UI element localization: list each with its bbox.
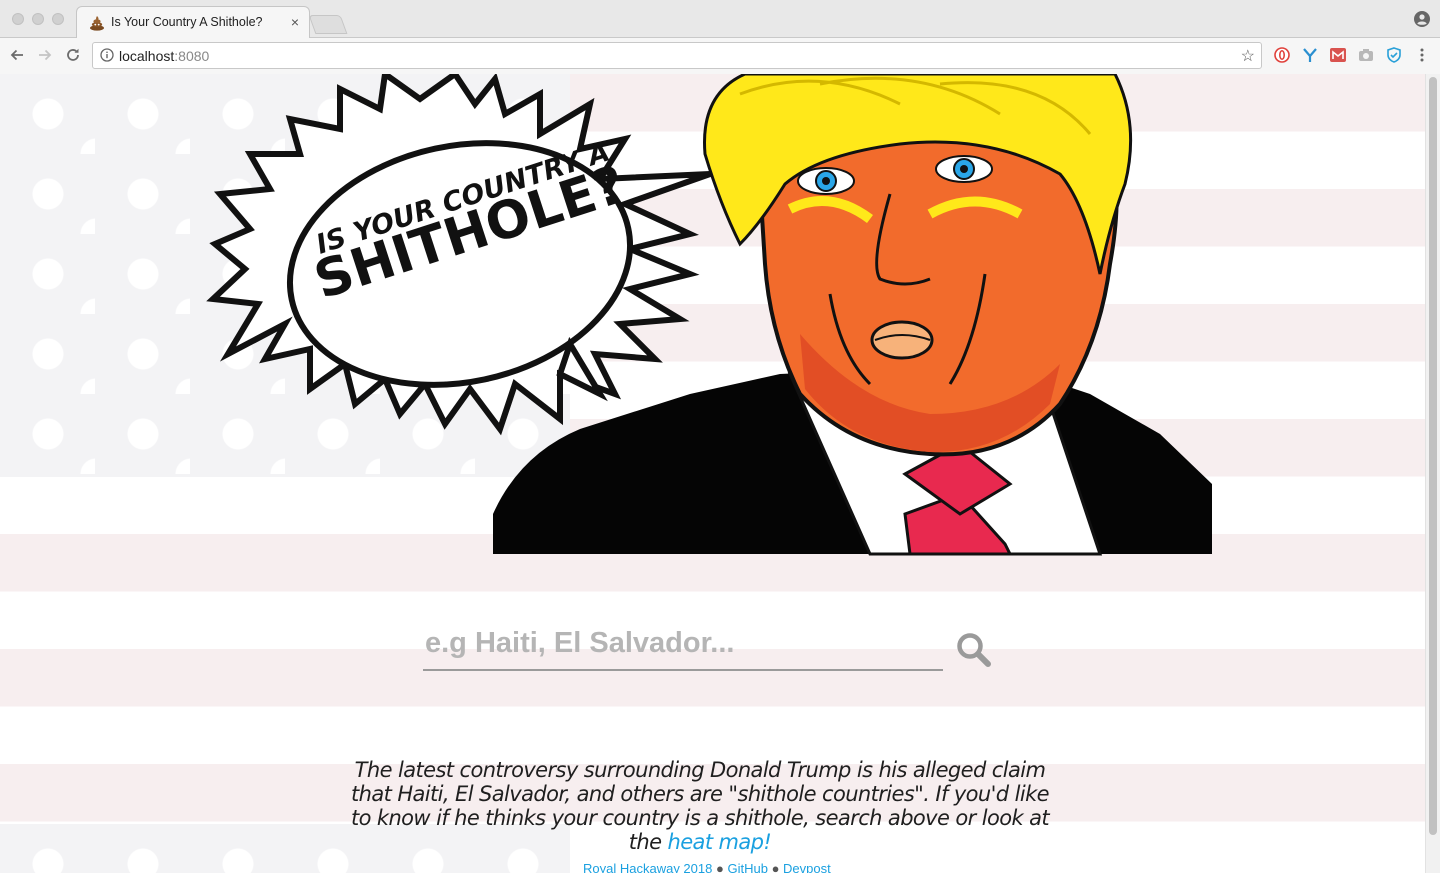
vertical-scrollbar[interactable] (1425, 74, 1440, 873)
url-host: localhost (119, 48, 175, 64)
url-port: :8080 (174, 48, 210, 64)
devpost-link[interactable]: Devpost (783, 861, 831, 873)
window-minimize-button[interactable] (32, 13, 44, 25)
url-text: localhost:8080 (119, 48, 209, 64)
profile-icon[interactable] (1414, 11, 1430, 27)
new-tab-button[interactable] (308, 15, 348, 34)
description-text: The latest controversy surrounding Donal… (340, 758, 1060, 854)
menu-dots-icon[interactable] (1414, 47, 1430, 63)
footer-separator: ● (771, 861, 780, 873)
y-extension-icon[interactable] (1302, 47, 1318, 63)
description-part-2: country is a shithole, search above or l… (596, 806, 1050, 854)
browser-tab-bar: Is Your Country A Shithole? × (0, 0, 1440, 38)
description-emphasis: your (551, 806, 597, 830)
info-icon[interactable] (100, 48, 114, 62)
search-icon[interactable] (955, 631, 993, 669)
browser-toolbar: localhost:8080 ☆ (0, 38, 1440, 75)
search-input[interactable] (423, 619, 937, 667)
page-viewport: IS YOUR COUNTRY A SHITHOLE? The latest c… (0, 74, 1425, 873)
reload-icon[interactable] (64, 46, 82, 64)
speech-bubble: IS YOUR COUNTRY A SHITHOLE? (206, 74, 711, 436)
royal-hackaway-link[interactable]: Royal Hackaway 2018 (583, 861, 712, 873)
mail-extension-icon[interactable] (1330, 47, 1346, 63)
back-arrow-icon[interactable] (8, 46, 26, 64)
footer: Royal Hackaway 2018 ● GitHub ● Devpost (583, 861, 831, 873)
github-link[interactable]: GitHub (727, 861, 767, 873)
forward-arrow-icon[interactable] (36, 46, 54, 64)
opera-extension-icon[interactable] (1274, 47, 1290, 63)
bookmark-star-icon[interactable]: ☆ (1241, 46, 1255, 66)
shield-extension-icon[interactable] (1386, 47, 1402, 63)
camera-extension-icon[interactable] (1358, 47, 1374, 63)
heat-map-link[interactable]: heat map! (668, 830, 772, 854)
browser-tab[interactable]: Is Your Country A Shithole? × (76, 6, 310, 38)
tab-title: Is Your Country A Shithole? (111, 15, 263, 29)
footer-separator: ● (715, 861, 724, 873)
hero-illustration: IS YOUR COUNTRY A SHITHOLE? (206, 74, 1212, 556)
poop-emoji-icon (90, 16, 104, 31)
search-field (423, 619, 943, 671)
tab-close-icon[interactable]: × (291, 14, 299, 30)
window-close-button[interactable] (12, 13, 24, 25)
scrollbar-thumb[interactable] (1429, 77, 1437, 835)
window-zoom-button[interactable] (52, 13, 64, 25)
address-bar[interactable]: localhost:8080 ☆ (92, 42, 1262, 69)
